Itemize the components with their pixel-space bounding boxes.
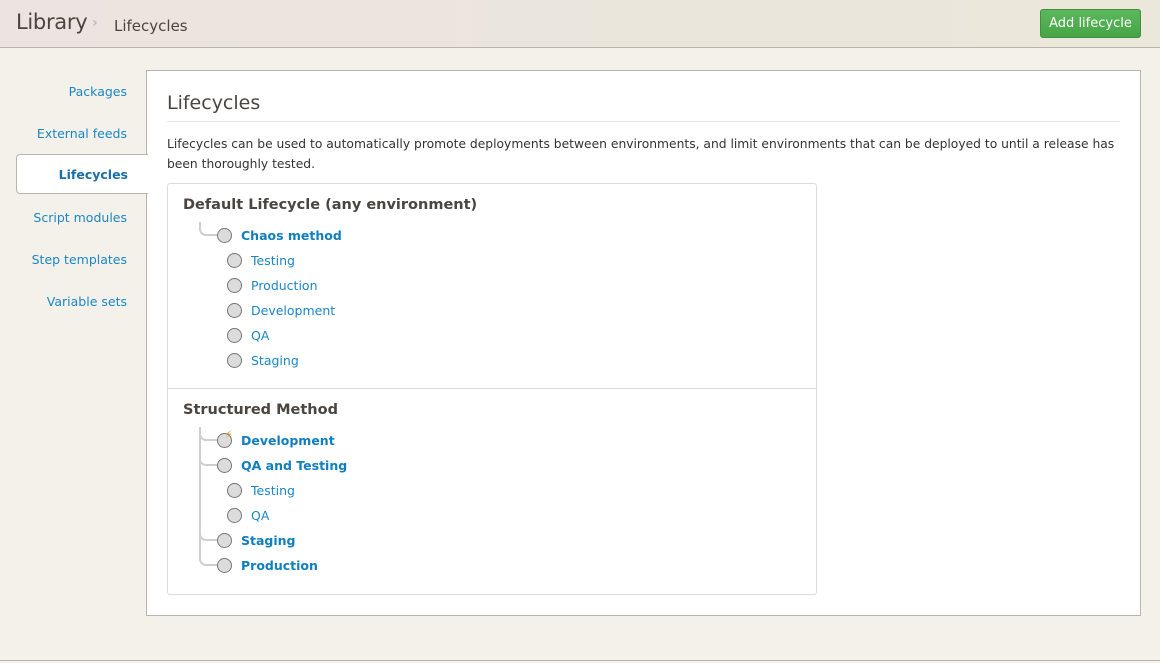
footer-divider xyxy=(0,660,1160,661)
breadcrumb-separator-icon: › xyxy=(92,15,98,31)
tree-connector xyxy=(199,222,217,236)
breadcrumb-current: Lifecycles xyxy=(114,17,188,35)
tree-connector xyxy=(199,527,217,541)
lifecycle-card: Default Lifecycle (any environment) Chao… xyxy=(168,184,816,389)
phase-name[interactable]: Chaos method xyxy=(241,228,342,243)
environment-node: Production xyxy=(227,275,318,295)
circle-icon xyxy=(217,457,232,473)
environment-node: Testing xyxy=(227,480,295,500)
circle-icon xyxy=(227,252,242,268)
environment-node: Staging xyxy=(227,350,299,370)
content-panel: Lifecycles Lifecycles can be used to aut… xyxy=(146,70,1141,616)
phase-name[interactable]: Production xyxy=(241,558,318,573)
tree-connector xyxy=(199,452,217,466)
phase-node: QA and Testing xyxy=(217,455,347,475)
sidebar-item-step-templates[interactable]: Step templates xyxy=(32,252,127,267)
circle-icon xyxy=(227,327,242,343)
page-title: Lifecycles xyxy=(167,92,261,114)
phase-name[interactable]: QA and Testing xyxy=(241,458,347,473)
environment-name[interactable]: Staging xyxy=(251,353,299,368)
environment-node: Testing xyxy=(227,250,295,270)
tree-connector xyxy=(199,552,217,566)
circle-icon xyxy=(227,277,242,293)
environment-node: QA xyxy=(227,505,269,525)
circle-icon xyxy=(227,507,242,523)
tree-connector xyxy=(199,427,217,441)
title-divider xyxy=(167,121,1120,122)
phase-node: Production xyxy=(217,555,318,575)
phase-node: Staging xyxy=(217,530,296,550)
phase-name[interactable]: Staging xyxy=(241,533,296,548)
environment-name[interactable]: Testing xyxy=(251,253,295,268)
sidebar-item-lifecycles[interactable]: Lifecycles xyxy=(16,154,148,194)
phase-node: Chaos method xyxy=(217,225,342,245)
page-description: Lifecycles can be used to automatically … xyxy=(167,137,1115,171)
circle-icon xyxy=(227,482,242,498)
environment-name[interactable]: Production xyxy=(251,278,318,293)
environment-node: Development xyxy=(227,300,335,320)
environment-name[interactable]: QA xyxy=(251,508,269,523)
circle-icon xyxy=(217,532,232,548)
add-lifecycle-button[interactable]: Add lifecycle xyxy=(1040,9,1141,38)
sidebar-item-label: Lifecycles xyxy=(58,167,128,182)
circle-icon xyxy=(217,557,232,573)
sidebar-item-packages[interactable]: Packages xyxy=(69,84,127,99)
lifecycle-list: Default Lifecycle (any environment) Chao… xyxy=(167,183,817,595)
environment-name[interactable]: Testing xyxy=(251,483,295,498)
breadcrumb-library[interactable]: Library xyxy=(16,10,88,34)
automatic-deploy-bolt-icon: ⚡ xyxy=(225,427,233,441)
circle-icon xyxy=(227,302,242,318)
environment-node: QA xyxy=(227,325,269,345)
environment-name[interactable]: QA xyxy=(251,328,269,343)
lifecycle-name[interactable]: Structured Method xyxy=(183,402,338,418)
page-header: Library › Lifecycles Add lifecycle xyxy=(0,0,1160,48)
environment-name[interactable]: Development xyxy=(251,303,335,318)
circle-icon xyxy=(217,227,232,243)
circle-icon: ⚡ xyxy=(217,429,233,448)
sidebar-item-variable-sets[interactable]: Variable sets xyxy=(47,294,127,309)
circle-icon xyxy=(227,352,242,368)
sidebar-item-script-modules[interactable]: Script modules xyxy=(33,210,127,225)
sidebar-item-external-feeds[interactable]: External feeds xyxy=(37,126,127,141)
lifecycle-name[interactable]: Default Lifecycle (any environment) xyxy=(183,197,477,213)
phase-name[interactable]: Development xyxy=(241,433,335,448)
lifecycle-card: Structured Method ⚡ Development QA and T… xyxy=(168,389,816,594)
phase-node: ⚡ Development xyxy=(217,429,335,450)
